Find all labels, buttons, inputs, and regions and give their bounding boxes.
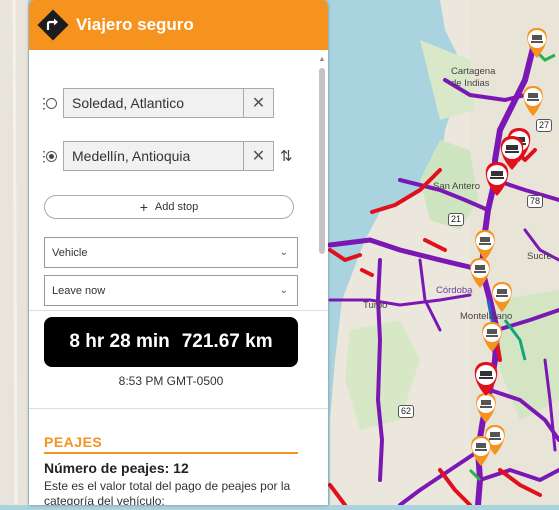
scrollbar-thumb[interactable] bbox=[319, 68, 325, 254]
app-title: Viajero seguro bbox=[76, 15, 194, 34]
divider bbox=[29, 408, 328, 409]
map-label-cordoba: Córdoba bbox=[436, 285, 473, 296]
close-icon: ✕ bbox=[251, 148, 266, 165]
add-stop-label: Add stop bbox=[154, 201, 199, 213]
drag-handle-icon[interactable]: ⋮ bbox=[37, 96, 51, 110]
map-label-sucre: Sucre bbox=[527, 251, 552, 262]
road-number-badge: 27 bbox=[536, 119, 553, 132]
road-number-badge: 21 bbox=[448, 213, 465, 226]
chevron-down-icon: ⌄ bbox=[279, 247, 288, 258]
road-number-badge: 78 bbox=[527, 195, 544, 208]
map-label-cartagena: Cartagena de Indias bbox=[451, 66, 496, 89]
destination-radio-icon bbox=[46, 150, 57, 162]
directions-panel: Viajero seguro ⋮ Soledad, Atlantico ✕ ⋮ … bbox=[29, 0, 328, 505]
peajes-description: Este es el valor total del pago de peaje… bbox=[44, 479, 291, 505]
origin-radio-icon bbox=[46, 97, 57, 109]
panel-header: Viajero seguro bbox=[29, 0, 328, 50]
peajes-heading: PEAJES bbox=[44, 434, 103, 450]
stop-row-origin: ⋮ Soledad, Atlantico ✕ bbox=[37, 88, 274, 118]
turn-right-logo-icon bbox=[35, 7, 71, 43]
departure-select[interactable]: Leave now ⌄ bbox=[44, 275, 298, 306]
close-icon: ✕ bbox=[251, 95, 266, 112]
stop-row-destination: ⋮ Medellín, Antioquia ✕ ⇅ bbox=[37, 141, 293, 171]
add-stop-button[interactable]: + Add stop bbox=[44, 195, 294, 219]
route-summary: 8 hr 28 min 721.67 km bbox=[44, 317, 298, 367]
destination-input[interactable]: Medellín, Antioquia bbox=[63, 141, 244, 171]
swap-stops-icon[interactable]: ⇅ bbox=[280, 147, 293, 165]
drag-handle-icon[interactable]: ⋮ bbox=[37, 149, 51, 163]
vehicle-select[interactable]: Vehicle ⌄ bbox=[44, 237, 298, 268]
peajes-count: Número de peajes: 12 bbox=[44, 460, 189, 476]
origin-input[interactable]: Soledad, Atlantico bbox=[63, 88, 244, 118]
map-label-san-antero: San Antero bbox=[433, 181, 481, 192]
divider bbox=[29, 310, 328, 311]
scroll-up-icon[interactable]: ▲ bbox=[318, 56, 326, 64]
chevron-down-icon: ⌄ bbox=[279, 285, 288, 296]
route-distance: 721.67 km bbox=[181, 331, 273, 352]
plus-icon: + bbox=[139, 199, 148, 215]
peajes-underline bbox=[44, 452, 298, 454]
clear-origin-button[interactable]: ✕ bbox=[244, 88, 274, 118]
route-duration: 8 hr 28 min bbox=[69, 331, 170, 352]
map-label-turbo: Turbo bbox=[363, 300, 388, 311]
departure-select-value: Leave now bbox=[52, 284, 106, 297]
vehicle-select-value: Vehicle bbox=[52, 246, 88, 259]
road-number-badge: 62 bbox=[398, 405, 415, 418]
arrival-time: 8:53 PM GMT-0500 bbox=[118, 374, 224, 388]
map-label-montelibano: Montelíbano bbox=[460, 311, 513, 322]
panel-scrollbar[interactable]: ▲ bbox=[318, 56, 326, 505]
clear-destination-button[interactable]: ✕ bbox=[244, 141, 274, 171]
